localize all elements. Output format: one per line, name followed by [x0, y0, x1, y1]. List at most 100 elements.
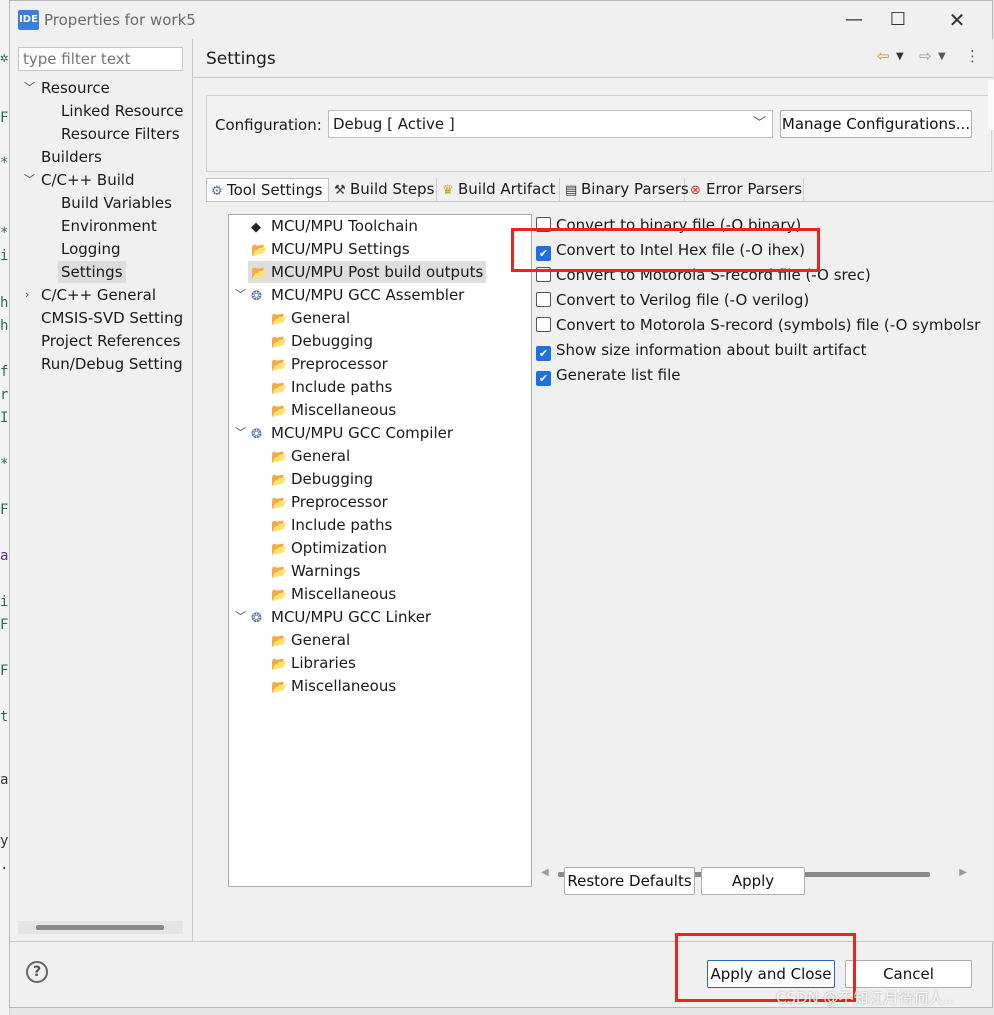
tree-item[interactable]: 📂 Miscellaneous — [271, 675, 396, 697]
cancel-button[interactable]: Cancel — [845, 960, 972, 988]
gear-icon: ❂ — [251, 427, 262, 442]
checkbox-checked[interactable]: ✔ — [536, 371, 551, 386]
tree-item[interactable]: 📂 General — [271, 629, 350, 651]
checkbox-checked[interactable]: ✔ — [536, 346, 551, 361]
folder-settings-icon: 📂 — [271, 519, 288, 534]
option-show-size[interactable]: ✔ Show size information about built artif… — [536, 339, 867, 361]
tree-item[interactable]: ❂ MCU/MPU GCC Compiler — [251, 422, 453, 444]
tab-build-artifact[interactable]: ♛ Build Artifact — [438, 178, 560, 202]
nav-item-build-variables[interactable]: Build Variables — [61, 192, 172, 214]
error-icon: ⊗ — [690, 183, 701, 198]
folder-settings-icon: 📂 — [271, 542, 288, 557]
properties-dialog: IDE Properties for work5 — ☐ ✕ ﹀ Resourc… — [9, 0, 994, 1008]
checkbox[interactable] — [536, 317, 551, 332]
scroll-left-icon[interactable]: ◀ — [541, 867, 549, 878]
watermark: CSDN @不知江月待何人.. — [776, 989, 954, 1007]
tree-item[interactable]: 📂 Include paths — [271, 514, 392, 536]
nav-item-logging[interactable]: Logging — [61, 238, 121, 260]
restore-defaults-button[interactable]: Restore Defaults — [564, 867, 695, 895]
folder-settings-icon: 📂 — [271, 358, 288, 373]
trophy-icon: ♛ — [442, 183, 454, 198]
tree-item[interactable]: 📂 Debugging — [271, 468, 373, 490]
folder-settings-icon: 📂 — [271, 381, 288, 396]
tree-item[interactable]: 📂 Include paths — [271, 376, 392, 398]
chevron-right-icon[interactable]: › — [25, 284, 29, 306]
checkbox[interactable] — [536, 292, 551, 307]
tree-item[interactable]: ◆ MCU/MPU Toolchain — [251, 215, 418, 237]
configuration-group: Configuration: Debug [ Active ] ﹀ Manage… — [206, 95, 992, 172]
tree-item[interactable]: ❂ MCU/MPU GCC Assembler — [251, 284, 464, 306]
nav-item-cmsis-svd-setting[interactable]: CMSIS-SVD Setting — [41, 307, 183, 329]
tab-tool-settings[interactable]: ⚙ Tool Settings — [206, 178, 329, 203]
tree-item[interactable]: 📂 Debugging — [271, 330, 373, 352]
tree-item[interactable]: 📂 Optimization — [271, 537, 387, 559]
tab-binary-parsers[interactable]: ▤ Binary Parsers — [561, 178, 689, 202]
tree-item-selected[interactable]: 📂 MCU/MPU Post build outputs — [248, 261, 487, 283]
help-icon[interactable]: ? — [26, 961, 48, 983]
configuration-select[interactable]: Debug [ Active ] ﹀ — [328, 110, 773, 138]
apply-button[interactable]: Apply — [701, 867, 805, 895]
tree-item-label: Include paths — [291, 378, 393, 396]
nav-item-builders[interactable]: Builders — [41, 146, 102, 168]
tab-label: Build Artifact — [458, 180, 556, 198]
chevron-down-icon[interactable]: ﹀ — [235, 284, 246, 306]
scrollbar-thumb[interactable] — [36, 925, 164, 930]
maximize-button[interactable]: ☐ — [878, 5, 918, 35]
properties-nav-panel: ﹀ Resource Linked Resource Resource Filt… — [10, 39, 192, 941]
manage-configurations-button[interactable]: Manage Configurations... — [780, 110, 972, 138]
tree-item[interactable]: 📂 MCU/MPU Settings — [251, 238, 410, 260]
close-button[interactable]: ✕ — [937, 5, 977, 35]
tree-item[interactable]: 📂 Libraries — [271, 652, 356, 674]
nav-item-settings[interactable]: Settings — [58, 261, 126, 283]
folder-settings-icon: 📂 — [271, 588, 288, 603]
chevron-down-icon[interactable]: ﹀ — [235, 422, 246, 444]
tree-item[interactable]: 📂 General — [271, 307, 350, 329]
folder-settings-icon: 📂 — [271, 680, 288, 695]
tree-item[interactable]: 📂 Warnings — [271, 560, 361, 582]
tree-item[interactable]: 📂 General — [271, 445, 350, 467]
tree-item[interactable]: 📂 Preprocessor — [271, 353, 388, 375]
page-title: Settings — [206, 49, 276, 69]
tab-label: Build Steps — [350, 180, 435, 198]
chevron-down-icon[interactable]: ▼ — [938, 51, 946, 62]
tree-item[interactable]: 📂 Miscellaneous — [271, 399, 396, 421]
nav-item-linked-resource[interactable]: Linked Resource — [61, 100, 184, 122]
nav-item-run-debug-setting[interactable]: Run/Debug Setting — [41, 353, 183, 375]
annotation-highlight-box — [511, 228, 820, 272]
tree-item-label: Debugging — [291, 470, 374, 488]
option-list-file[interactable]: ✔ Generate list file — [536, 364, 680, 386]
nav-item-environment[interactable]: Environment — [61, 215, 157, 237]
chevron-down-icon[interactable]: ﹀ — [24, 77, 35, 99]
tree-item[interactable]: ❂ MCU/MPU GCC Linker — [251, 606, 431, 628]
nav-item-resource[interactable]: Resource — [41, 77, 110, 99]
option-srec-symbols[interactable]: Convert to Motorola S-record (symbols) f… — [536, 314, 980, 336]
scroll-right-icon[interactable]: ▶ — [959, 867, 967, 878]
title-separator — [193, 77, 993, 78]
option-label: Show size information about built artifa… — [556, 341, 867, 359]
tab-error-parsers[interactable]: ⊗ Error Parsers — [686, 178, 804, 202]
nav-horizontal-scrollbar[interactable] — [18, 921, 183, 934]
folder-settings-icon: 📂 — [271, 312, 288, 327]
tree-item-label: Debugging — [291, 332, 374, 350]
forward-arrow-icon[interactable]: ⇨ — [919, 47, 932, 65]
minimize-button[interactable]: — — [834, 5, 874, 35]
tab-build-steps[interactable]: ⚒ Build Steps — [330, 178, 437, 202]
tree-item-label: MCU/MPU Toolchain — [271, 217, 418, 235]
option-verilog[interactable]: Convert to Verilog file (-O verilog) — [536, 289, 809, 311]
chevron-down-icon: ﹀ — [752, 116, 766, 131]
chevron-down-icon[interactable]: ﹀ — [235, 606, 246, 628]
tree-item[interactable]: 📂 Preprocessor — [271, 491, 388, 513]
nav-item-resource-filters[interactable]: Resource Filters — [61, 123, 180, 145]
nav-item-cpp-general[interactable]: C/C++ General — [41, 284, 156, 306]
chevron-down-icon[interactable]: ▼ — [896, 51, 904, 62]
gear-icon: ❂ — [251, 289, 262, 304]
tree-item[interactable]: 📂 Miscellaneous — [271, 583, 396, 605]
folder-settings-icon: 📂 — [271, 335, 288, 350]
filter-input[interactable] — [18, 47, 183, 71]
chevron-down-icon[interactable]: ﹀ — [24, 169, 35, 191]
nav-item-cpp-build[interactable]: C/C++ Build — [41, 169, 135, 191]
configuration-label: Configuration: — [215, 116, 322, 134]
nav-item-project-references[interactable]: Project References — [41, 330, 180, 352]
back-arrow-icon[interactable]: ⇦ — [877, 47, 890, 65]
more-menu-icon[interactable]: ⋮ — [965, 47, 980, 65]
